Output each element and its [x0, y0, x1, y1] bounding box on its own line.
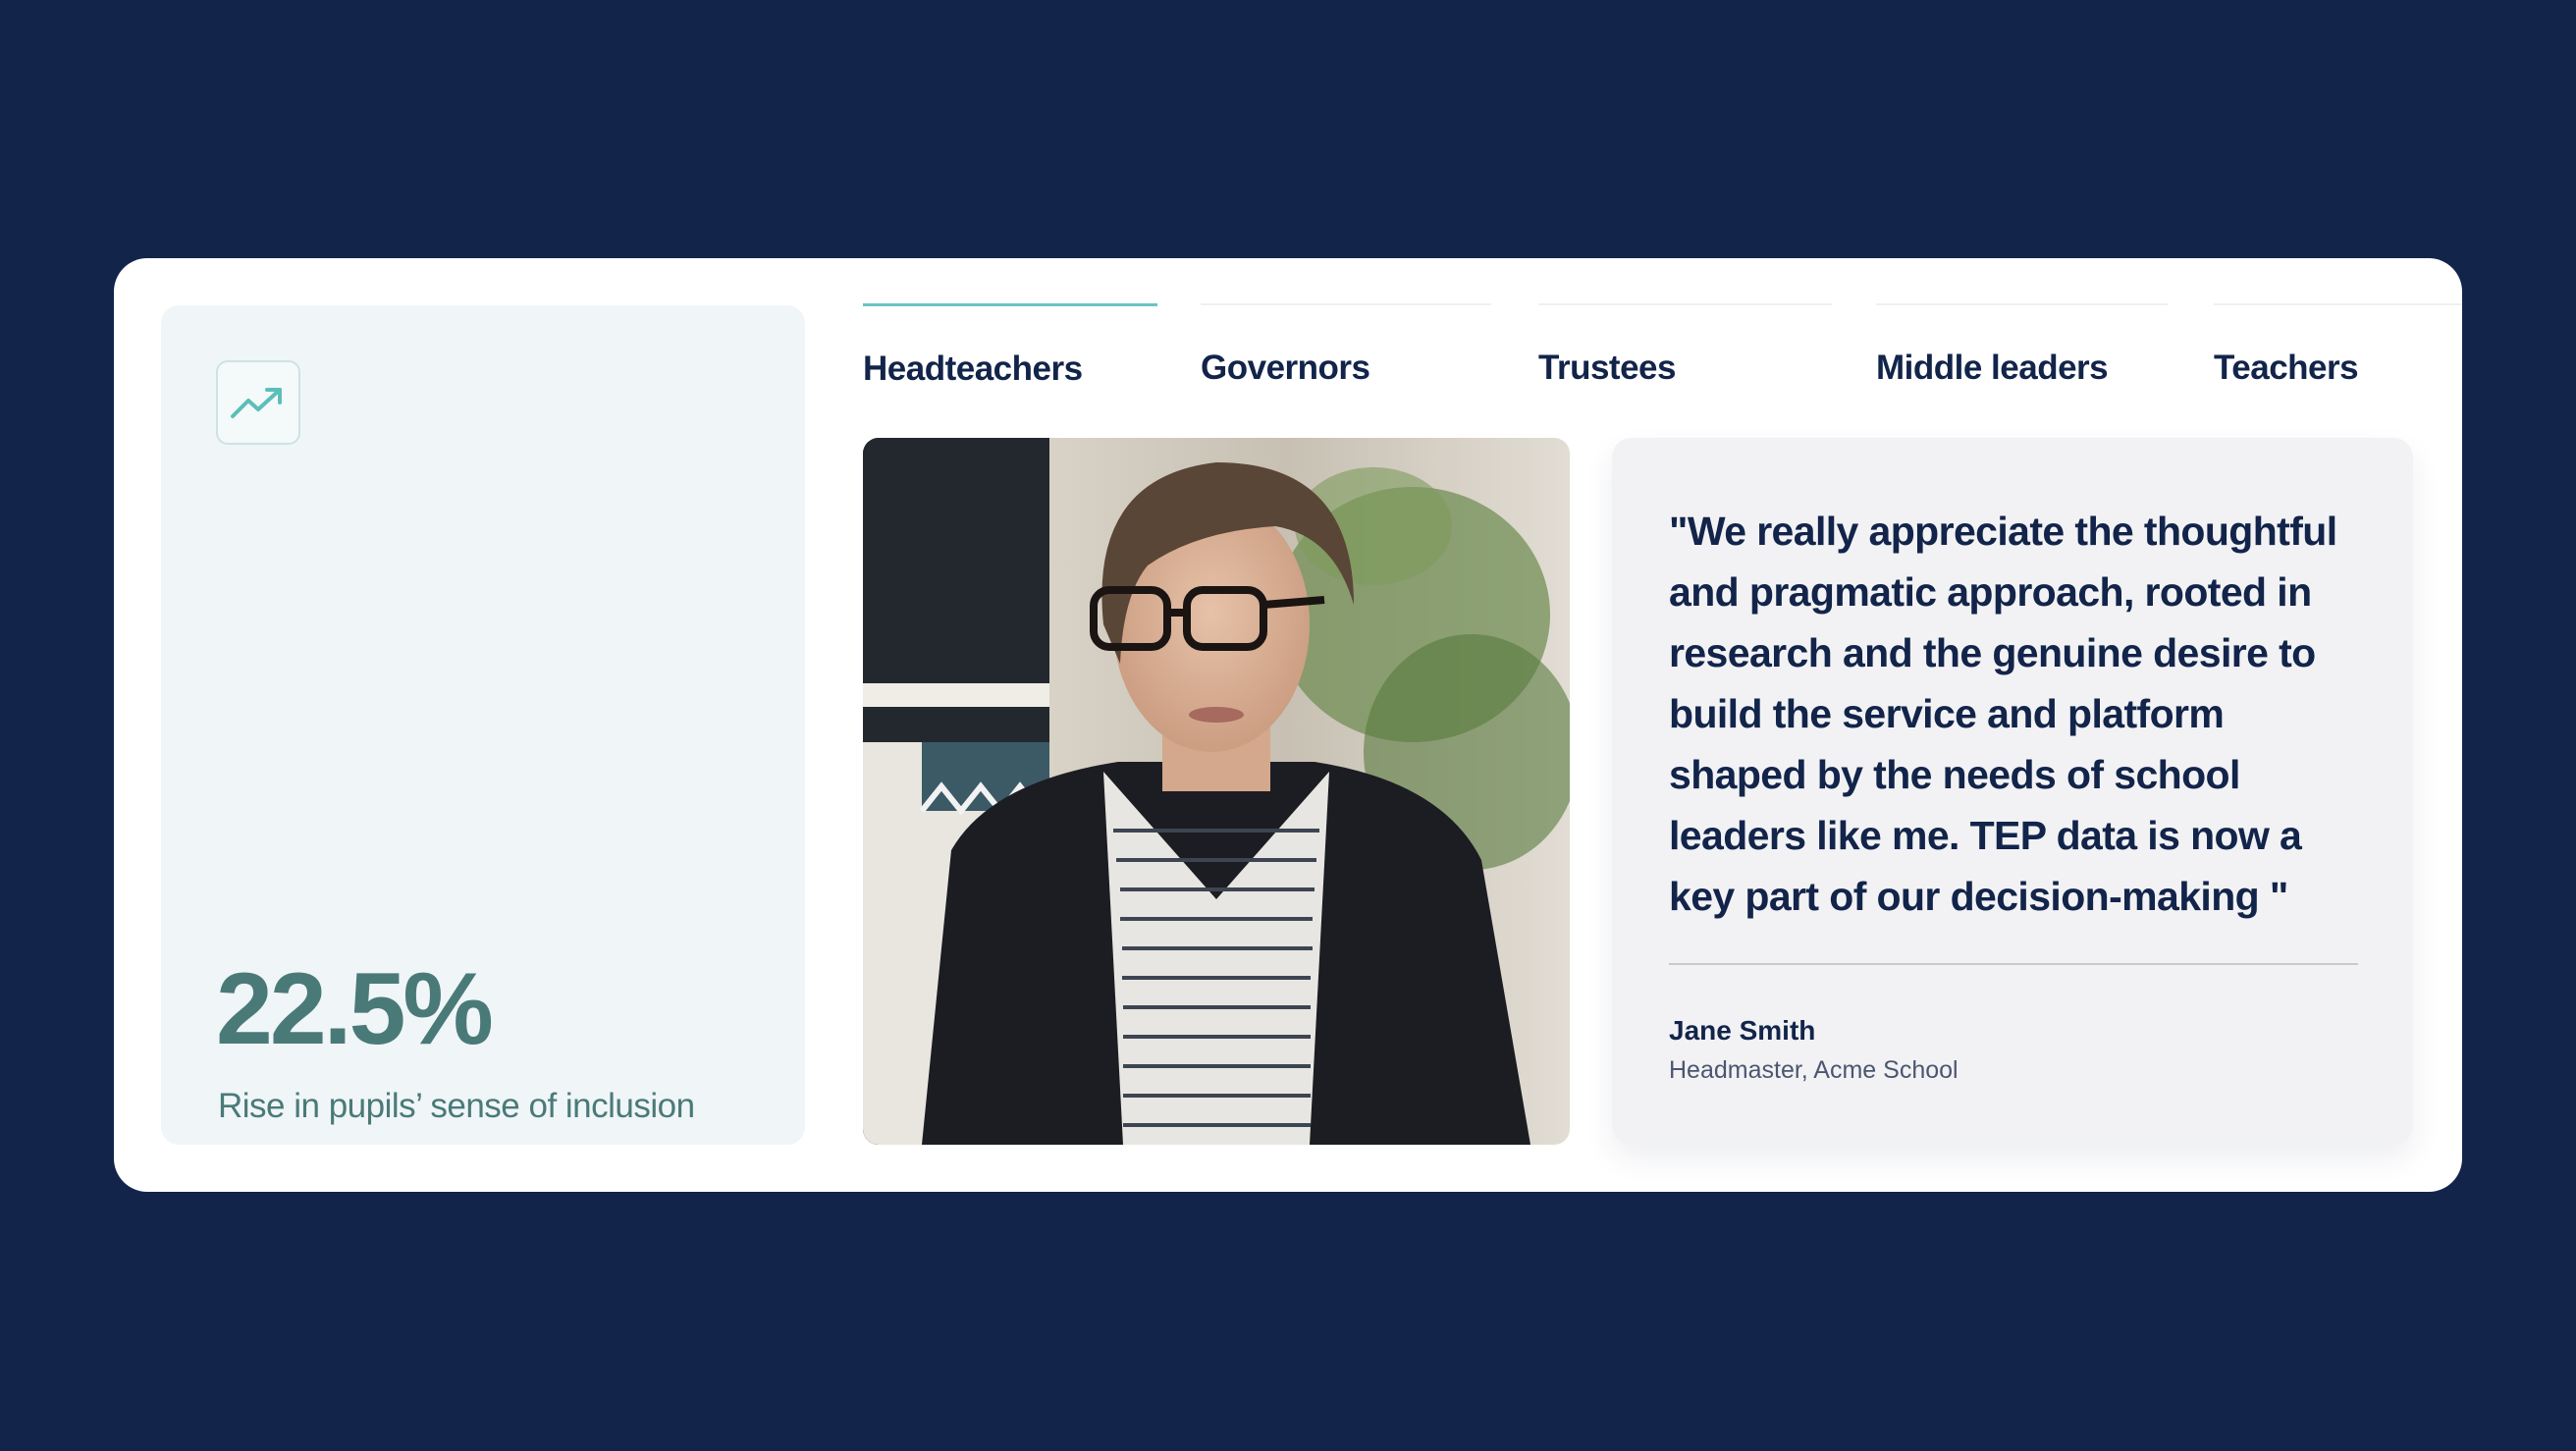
tab-headteachers[interactable]: Headteachers	[863, 303, 1157, 395]
testimonial-card: 22.5% Rise in pupils’ sense of inclusion…	[114, 258, 2462, 1192]
stat-label: Rise in pupils’ sense of inclusion	[218, 1087, 695, 1125]
tab-middle-leaders[interactable]: Middle leaders	[1876, 303, 2168, 394]
quote-card: "We really appreciate the thoughtful and…	[1612, 438, 2413, 1145]
author-name: Jane Smith	[1669, 1015, 1816, 1046]
tab-governors[interactable]: Governors	[1201, 303, 1491, 394]
audience-tabs: Headteachers Governors Trustees Middle l…	[863, 303, 2462, 392]
trending-up-icon	[216, 360, 300, 445]
stat-value: 22.5%	[216, 952, 494, 1066]
testimonial-quote: "We really appreciate the thoughtful and…	[1669, 509, 2337, 919]
tab-teachers[interactable]: Teachers	[2214, 303, 2462, 394]
tab-trustees[interactable]: Trustees	[1538, 303, 1832, 394]
author-role: Headmaster, Acme School	[1669, 1056, 1959, 1084]
testimonial-photo	[863, 438, 1570, 1145]
divider	[1669, 963, 2358, 965]
stat-panel: 22.5% Rise in pupils’ sense of inclusion	[161, 305, 805, 1145]
